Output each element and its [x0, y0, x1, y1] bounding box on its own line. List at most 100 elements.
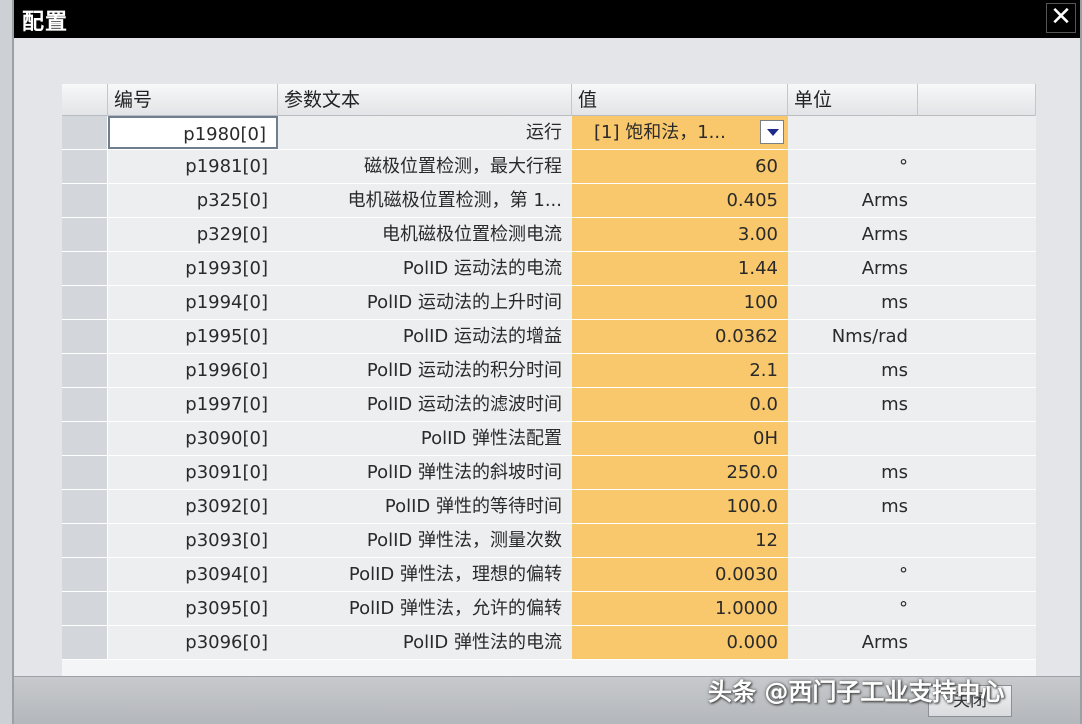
param-value-input[interactable]: 12: [572, 524, 788, 557]
param-text-cell: PolID 弹性法，理想的偏转: [278, 558, 572, 591]
param-value-input[interactable]: 1.0000: [572, 592, 788, 625]
param-text-cell: PolID 弹性法的电流: [278, 626, 572, 659]
row-selector[interactable]: [62, 626, 108, 659]
param-unit-cell: [788, 524, 918, 557]
header-id[interactable]: 编号: [108, 84, 278, 116]
param-value-input[interactable]: 1.44: [572, 252, 788, 285]
header-unit[interactable]: 单位: [788, 84, 918, 116]
param-id-cell[interactable]: p1997[0]: [108, 388, 278, 421]
table-row[interactable]: p1997[0] PolID 运动法的滤波时间 0.0 ms: [62, 388, 1036, 422]
param-unit-cell: °: [788, 592, 918, 625]
param-id-cell[interactable]: p1995[0]: [108, 320, 278, 353]
param-value-input[interactable]: 0H: [572, 422, 788, 455]
close-button[interactable]: ✕: [1046, 3, 1076, 33]
row-extra-cell: [918, 184, 1036, 217]
row-selector[interactable]: [62, 388, 108, 421]
row-selector[interactable]: [62, 456, 108, 489]
param-unit-cell: Arms: [788, 218, 918, 251]
table-row[interactable]: p3092[0] PolID 弹性的等待时间 100.0 ms: [62, 490, 1036, 524]
row-selector[interactable]: [62, 150, 108, 183]
row-extra-cell: [918, 388, 1036, 421]
table-row[interactable]: p3091[0] PolID 弹性法的斜坡时间 250.0 ms: [62, 456, 1036, 490]
param-unit-cell: Nms/rad: [788, 320, 918, 353]
param-id-cell[interactable]: p329[0]: [108, 218, 278, 251]
param-id-cell[interactable]: p3092[0]: [108, 490, 278, 523]
param-id-cell[interactable]: p3095[0]: [108, 592, 278, 625]
row-selector[interactable]: [62, 116, 108, 149]
titlebar: 配置 ✕: [14, 0, 1080, 38]
param-value-input[interactable]: 0.0362: [572, 320, 788, 353]
row-selector[interactable]: [62, 184, 108, 217]
param-id-cell[interactable]: p3091[0]: [108, 456, 278, 489]
row-selector[interactable]: [62, 320, 108, 353]
param-text-cell: 电机磁极位置检测，第 1...: [278, 184, 572, 217]
param-unit-cell: Arms: [788, 252, 918, 285]
param-value-input[interactable]: 100.0: [572, 490, 788, 523]
param-id-cell[interactable]: p3093[0]: [108, 524, 278, 557]
table-row[interactable]: p325[0] 电机磁极位置检测，第 1... 0.405 Arms: [62, 184, 1036, 218]
row-selector[interactable]: [62, 218, 108, 251]
row-selector[interactable]: [62, 286, 108, 319]
param-value-input[interactable]: 0.0030: [572, 558, 788, 591]
row-selector[interactable]: [62, 252, 108, 285]
param-id-cell[interactable]: p1980[0]: [108, 116, 278, 149]
param-value-input[interactable]: 2.1: [572, 354, 788, 387]
table-row[interactable]: p3096[0] PolID 弹性法的电流 0.000 Arms: [62, 626, 1036, 660]
parameter-table: 编号 参数文本 值 单位 p1980[0] 运行 [1] 饱和法，1... p1981…: [62, 84, 1036, 678]
param-unit-cell: °: [788, 150, 918, 183]
param-value-input[interactable]: 60: [572, 150, 788, 183]
param-id-cell[interactable]: p1996[0]: [108, 354, 278, 387]
param-id-cell[interactable]: p1981[0]: [108, 150, 278, 183]
table-row[interactable]: p3095[0] PolID 弹性法，允许的偏转 1.0000 °: [62, 592, 1036, 626]
table-row[interactable]: p1996[0] PolID 运动法的积分时间 2.1 ms: [62, 354, 1036, 388]
row-extra-cell: [918, 592, 1036, 625]
row-extra-cell: [918, 150, 1036, 183]
table-row[interactable]: p1994[0] PolID 运动法的上升时间 100 ms: [62, 286, 1036, 320]
row-selector[interactable]: [62, 592, 108, 625]
param-id-cell[interactable]: p1994[0]: [108, 286, 278, 319]
param-unit-cell: ms: [788, 286, 918, 319]
param-value-input[interactable]: 0.0: [572, 388, 788, 421]
param-value-input[interactable]: 0.405: [572, 184, 788, 217]
param-value-input[interactable]: 3.00: [572, 218, 788, 251]
param-id-cell[interactable]: p3090[0]: [108, 422, 278, 455]
table-row[interactable]: p3093[0] PolID 弹性法，测量次数 12: [62, 524, 1036, 558]
table-row[interactable]: p1981[0] 磁极位置检测，最大行程 60 °: [62, 150, 1036, 184]
row-extra-cell: [918, 558, 1036, 591]
param-text-cell: PolID 运动法的增益: [278, 320, 572, 353]
table-row[interactable]: p1980[0] 运行 [1] 饱和法，1...: [62, 116, 1036, 150]
header-value[interactable]: 值: [572, 84, 788, 116]
param-value-input[interactable]: 250.0: [572, 456, 788, 489]
row-extra-cell: [918, 524, 1036, 557]
param-id-cell[interactable]: p325[0]: [108, 184, 278, 217]
row-selector[interactable]: [62, 354, 108, 387]
row-selector[interactable]: [62, 422, 108, 455]
param-unit-cell: [788, 422, 918, 455]
param-id-cell[interactable]: p1993[0]: [108, 252, 278, 285]
header-extra: [918, 84, 1036, 116]
value-dropdown[interactable]: [1] 饱和法，1...: [572, 116, 788, 149]
row-extra-cell: [918, 116, 1036, 149]
param-text-cell: PolID 弹性的等待时间: [278, 490, 572, 523]
table-row[interactable]: p3090[0] PolID 弹性法配置 0H: [62, 422, 1036, 456]
param-value-input[interactable]: 0.000: [572, 626, 788, 659]
param-id-cell[interactable]: p3094[0]: [108, 558, 278, 591]
row-selector[interactable]: [62, 558, 108, 591]
chevron-down-icon[interactable]: [760, 120, 784, 144]
row-extra-cell: [918, 456, 1036, 489]
param-unit-cell: [788, 116, 918, 149]
param-text-cell: PolID 运动法的滤波时间: [278, 388, 572, 421]
param-text-cell: PolID 弹性法的斜坡时间: [278, 456, 572, 489]
row-selector[interactable]: [62, 490, 108, 523]
table-row[interactable]: p1995[0] PolID 运动法的增益 0.0362 Nms/rad: [62, 320, 1036, 354]
row-extra-cell: [918, 626, 1036, 659]
param-value-input[interactable]: 100: [572, 286, 788, 319]
table-row[interactable]: p3094[0] PolID 弹性法，理想的偏转 0.0030 °: [62, 558, 1036, 592]
param-id-cell[interactable]: p3096[0]: [108, 626, 278, 659]
table-row[interactable]: p329[0] 电机磁极位置检测电流 3.00 Arms: [62, 218, 1036, 252]
table-row[interactable]: p1993[0] PolID 运动法的电流 1.44 Arms: [62, 252, 1036, 286]
header-text[interactable]: 参数文本: [278, 84, 572, 116]
row-selector[interactable]: [62, 524, 108, 557]
param-text-cell: PolID 弹性法，测量次数: [278, 524, 572, 557]
watermark: 头条 @西门子工业支持中心: [708, 678, 1005, 706]
